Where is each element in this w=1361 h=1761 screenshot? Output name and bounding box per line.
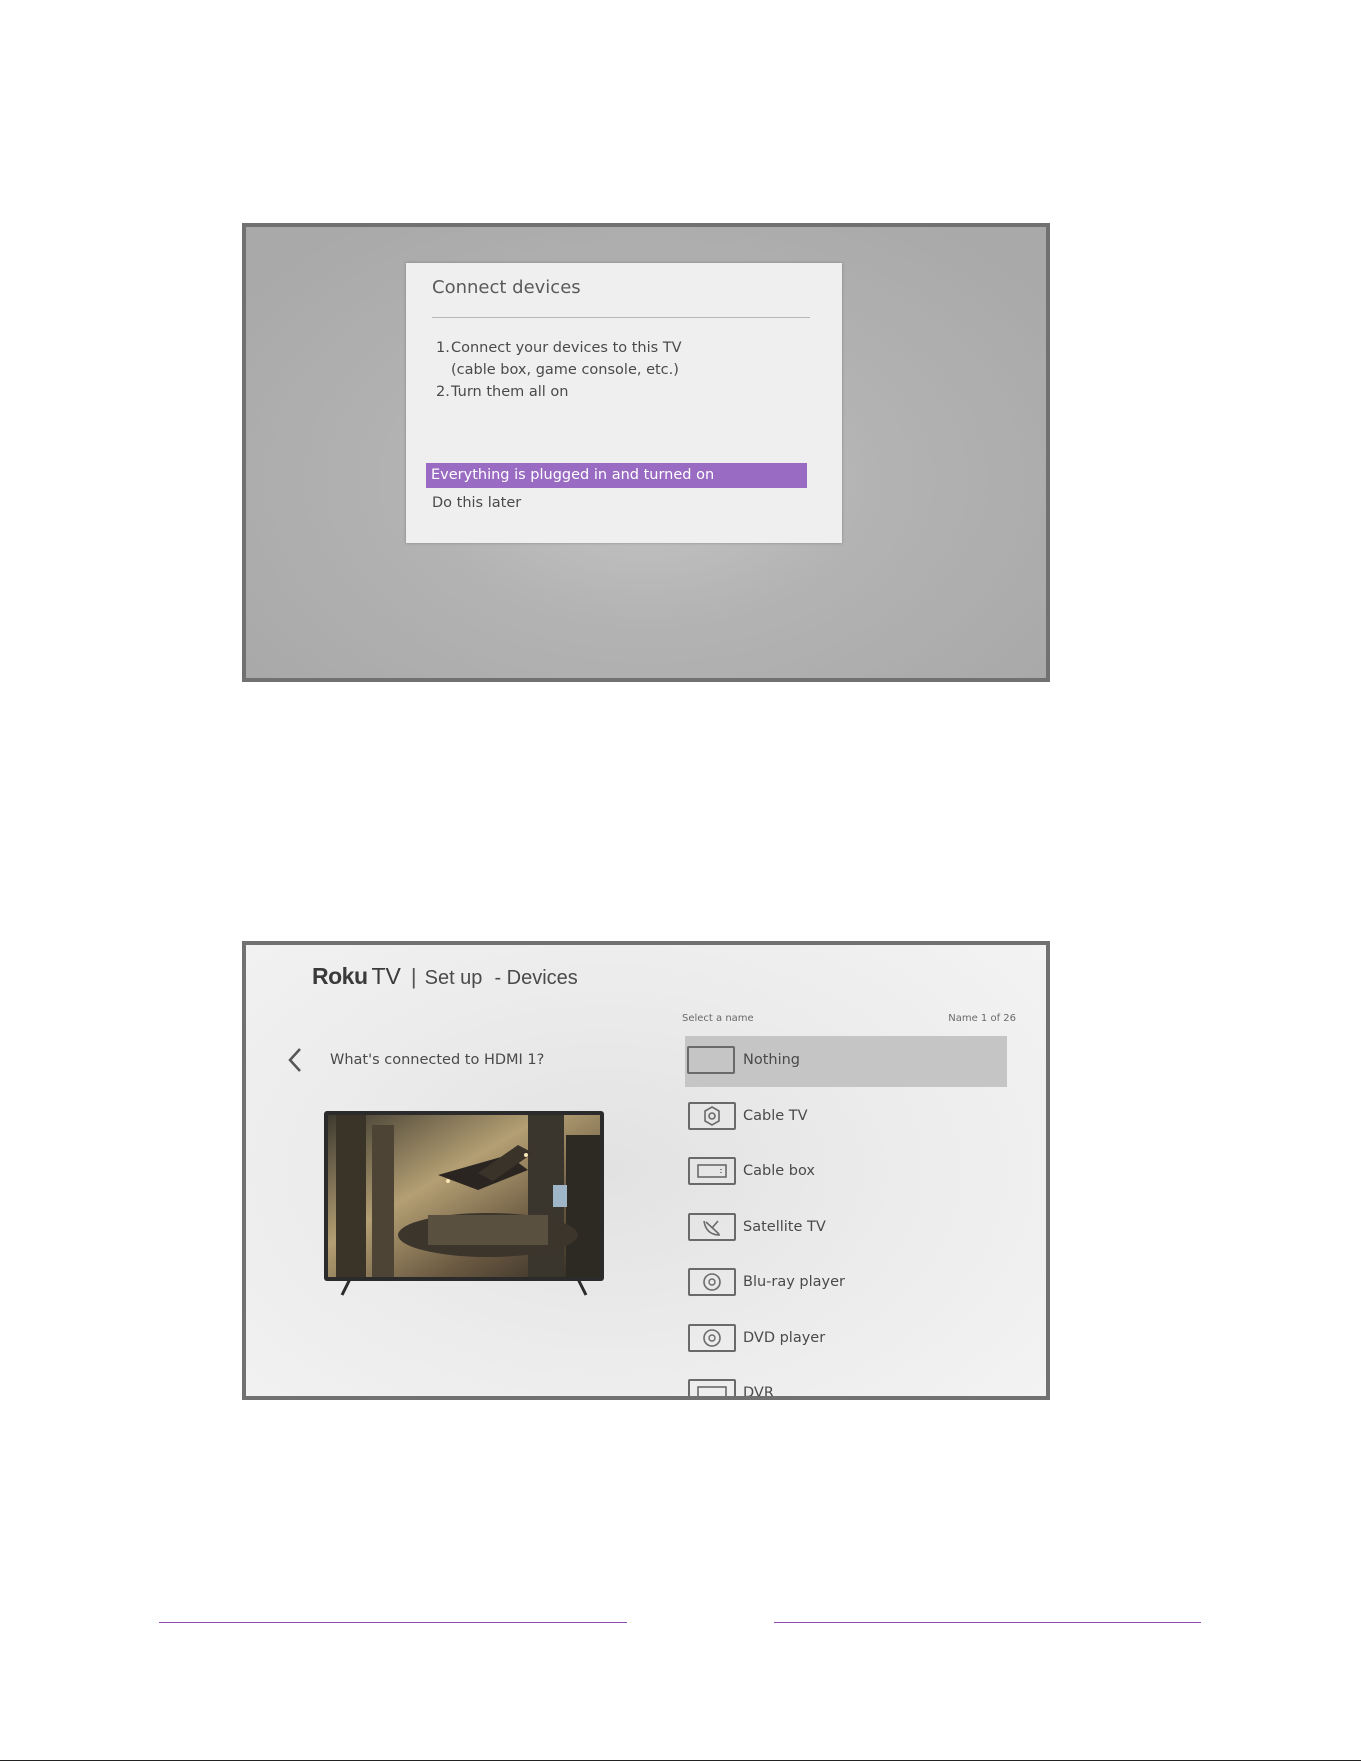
list-item-dvd-player[interactable]: DVD player [685,1314,1007,1365]
connect-devices-screenshot: Connect devices 1. Connect your devices … [242,223,1050,682]
list-counter: Name 1 of 26 [948,1013,1016,1024]
list-item-label: Nothing [743,1052,801,1068]
breadcrumb-devices: - Devices [494,967,578,989]
footer-divider-left [159,1622,627,1623]
list-item-label: Cable TV [743,1107,808,1124]
list-item-cable-tv[interactable]: Cable TV [685,1092,1007,1143]
blank-icon [687,1046,735,1074]
cable-tv-icon [688,1101,736,1130]
list-item-cable-box[interactable]: Cable box [685,1147,1007,1198]
satellite-dish-icon [688,1212,736,1241]
connect-devices-dialog: Connect devices 1. Connect your devices … [406,263,842,543]
back-chevron-icon[interactable] [284,1045,308,1075]
step-1: 1. Connect your devices to this TV [436,337,682,359]
tv-stand-icon [340,1278,588,1296]
setup-devices-screenshot: Roku TV | Set up - Devices What's connec… [242,941,1050,1400]
disc-icon [688,1268,736,1296]
list-item-label: DVD player [743,1329,826,1346]
list-item-nothing[interactable]: Nothing [685,1036,1007,1087]
step-text-continued: (cable box, game console, etc.) [451,362,679,378]
instruction-steps: 1. Connect your devices to this TV (cabl… [436,337,682,403]
roku-logo-tv: TV [371,963,401,989]
cable-box-icon [688,1157,736,1185]
dialog-title: Connect devices [432,277,581,298]
do-this-later-button[interactable]: Do this later [432,495,521,511]
step-text: Connect your devices to this TV [451,340,682,356]
page-header: Roku TV | Set up - Devices [312,963,578,990]
list-caption: Select a name [682,1013,754,1024]
list-item-label: Satellite TV [743,1218,826,1235]
list-item-label: DVR [743,1385,774,1400]
list-item-label: Blu-ray player [743,1274,846,1290]
tv-illustration [324,1111,604,1296]
list-item-dvr[interactable]: DVR [685,1369,1007,1400]
step-number: 2. [436,384,450,400]
tv-frame [324,1111,604,1281]
hdmi-question: What's connected to HDMI 1? [330,1052,545,1068]
list-item-satellite-tv[interactable]: Satellite TV [685,1203,1007,1254]
tv-screen-image [328,1115,600,1277]
dvr-icon [688,1379,736,1396]
list-item-blu-ray-player[interactable]: Blu-ray player [685,1258,1007,1309]
device-name-list: Nothing Cable TV Cable box Satellite TV … [685,1036,1007,1400]
roku-logo: Roku [312,963,368,989]
list-item-label: Cable box [743,1163,815,1179]
header-separator: | [410,964,417,989]
breadcrumb-setup: Set up [424,967,483,989]
step-text: Turn them all on [451,384,569,400]
step-2: 2. Turn them all on [436,381,682,403]
footer-divider-right [774,1622,1201,1623]
dialog-divider [432,317,810,318]
everything-plugged-in-button[interactable]: Everything is plugged in and turned on [426,463,807,488]
disc-icon [688,1323,736,1352]
step-number: 1. [436,340,450,356]
